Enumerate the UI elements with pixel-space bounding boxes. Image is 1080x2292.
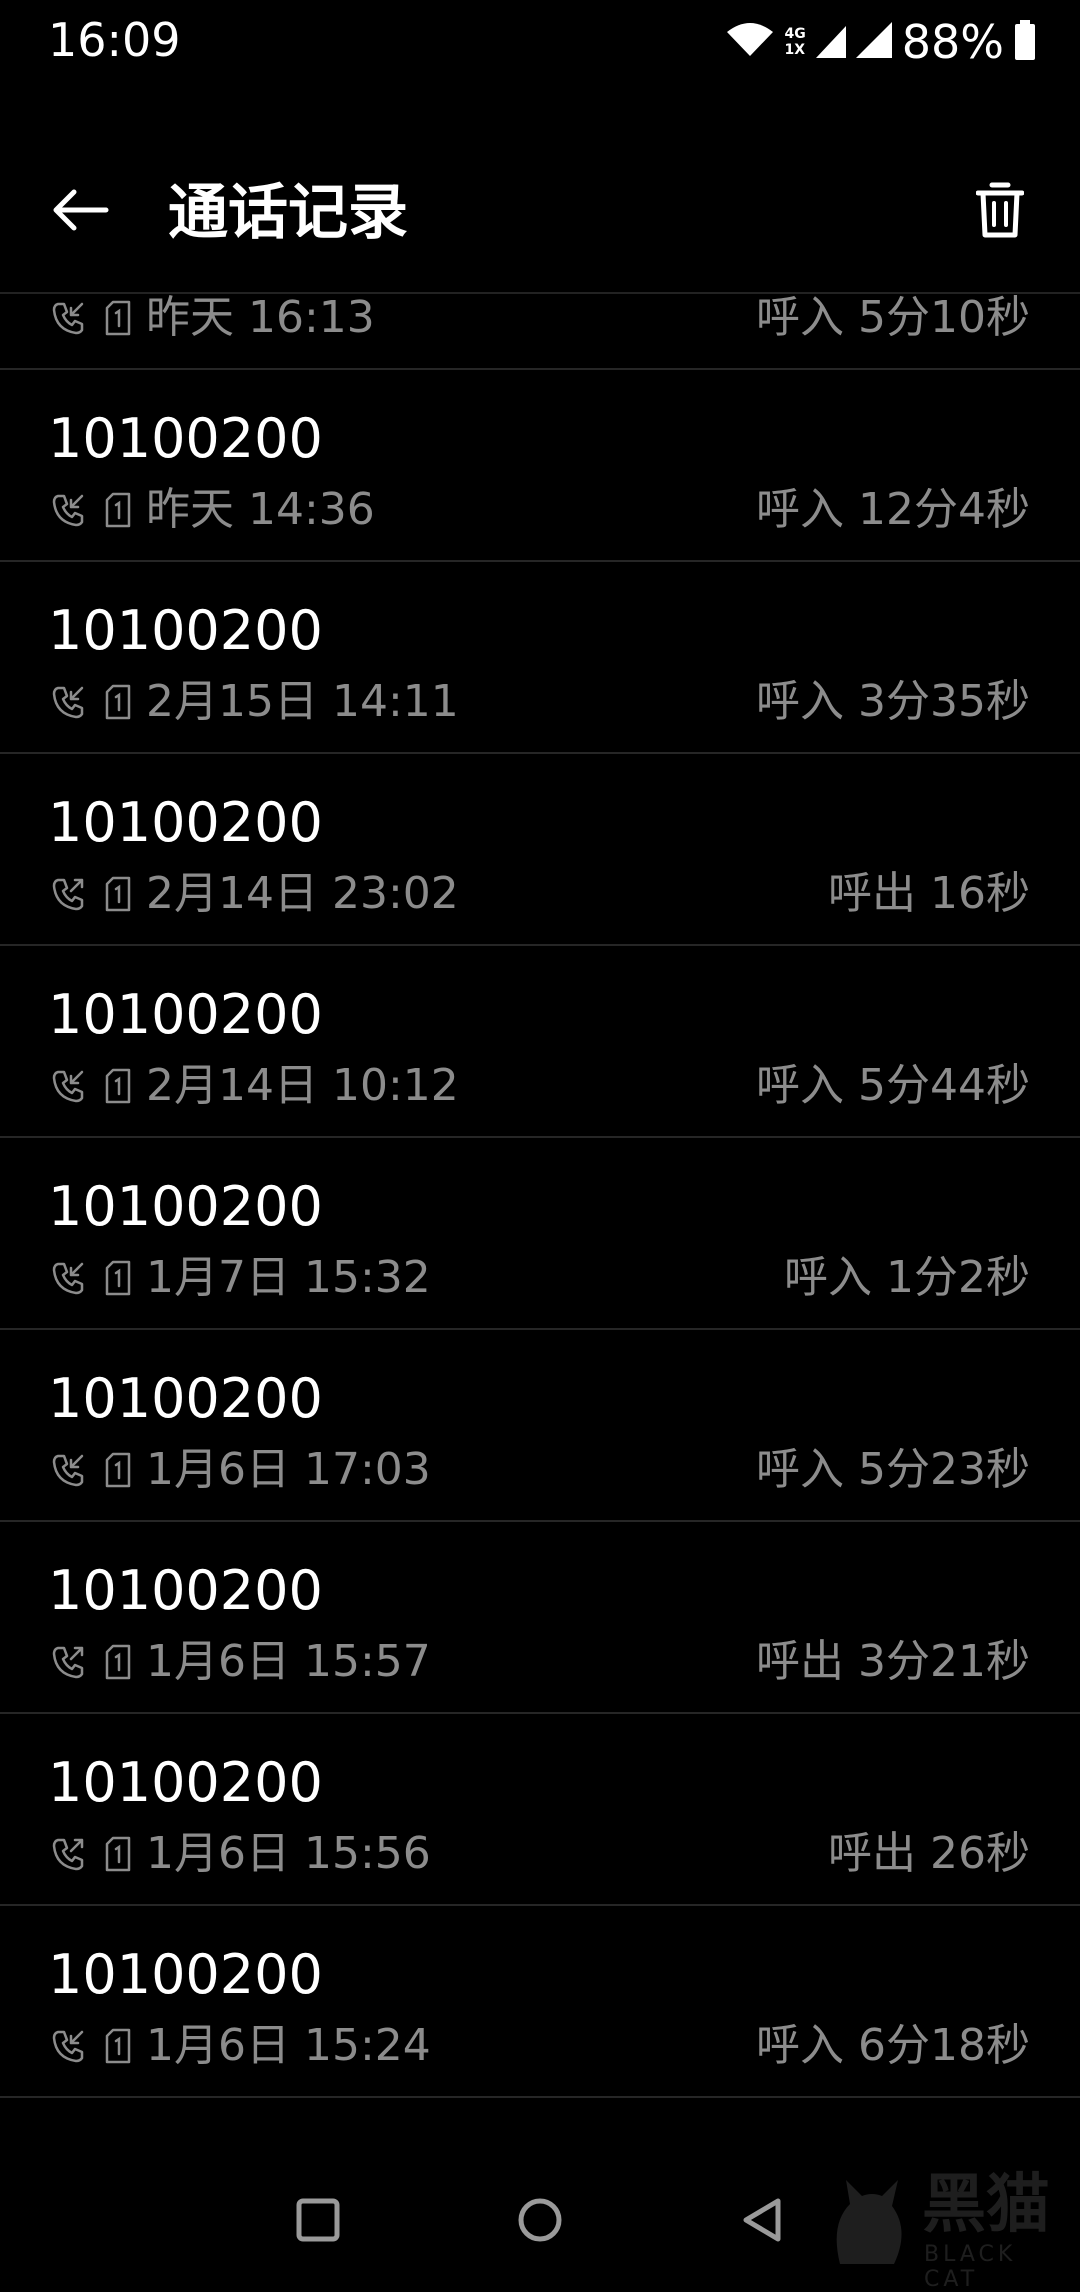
call-time: 2月14日 23:02 <box>146 868 459 919</box>
call-meta: 1月6日 15:57 <box>48 1634 431 1690</box>
incoming-call-icon <box>48 1258 88 1298</box>
status-time: 16:09 <box>48 13 181 67</box>
call-duration: 呼入 6分18秒 <box>756 2020 1030 2071</box>
call-time: 1月6日 17:03 <box>146 1444 431 1495</box>
call-log-item[interactable]: 10100200 1月7日 15:32 呼入 1分2秒 <box>0 1138 1080 1330</box>
call-log-item[interactable]: 10100200 1月6日 15:24 呼入 6分18秒 <box>0 1906 1080 2098</box>
battery-icon <box>1014 20 1036 64</box>
sim-card-1-icon <box>102 874 134 914</box>
call-meta: 1月6日 15:24 <box>48 2018 431 2074</box>
call-log-item[interactable]: 10100200昨天 16:13呼入 5分10秒 <box>0 294 1080 370</box>
wifi-icon <box>725 20 775 64</box>
call-duration: 呼出 16秒 <box>828 868 1030 919</box>
call-time: 1月6日 15:56 <box>146 1828 431 1879</box>
square-recent-apps-icon <box>296 2198 340 2246</box>
app-header: 通话记录 <box>0 150 1080 290</box>
recent-apps-button[interactable] <box>278 2182 358 2262</box>
incoming-call-icon <box>48 1450 88 1490</box>
call-log-list[interactable]: 10100200 昨天 16:13 呼入 5分10秒 10100200 昨天 14:36… <box>0 294 1080 2154</box>
call-time: 1月6日 15:57 <box>146 1636 431 1687</box>
call-meta: 2月14日 23:02 <box>48 866 459 922</box>
call-duration: 呼出 26秒 <box>828 1828 1030 1879</box>
home-button[interactable] <box>500 2182 580 2262</box>
call-number: 10100200 <box>48 983 323 1046</box>
outgoing-call-icon <box>48 874 88 914</box>
network-label-bottom: 1X <box>784 42 806 58</box>
sim-card-1-icon <box>102 298 134 338</box>
call-duration: 呼入 5分44秒 <box>756 1060 1030 1111</box>
network-label-top: 4G <box>784 26 806 42</box>
trash-icon <box>975 181 1025 243</box>
outgoing-call-icon <box>48 1642 88 1682</box>
call-duration: 呼入 5分10秒 <box>756 294 1030 343</box>
cell-signal-icon-2 <box>855 22 892 62</box>
call-number: 10100200 <box>48 1943 323 2006</box>
call-duration: 呼入 12分4秒 <box>756 484 1030 535</box>
call-log-item[interactable]: 10100200 2月15日 14:11 呼入 3分35秒 <box>0 562 1080 754</box>
call-time: 昨天 16:13 <box>146 294 375 343</box>
incoming-call-icon <box>48 2026 88 2066</box>
incoming-call-icon <box>48 1066 88 1106</box>
call-time: 1月7日 15:32 <box>146 1252 431 1303</box>
call-meta: 1月6日 17:03 <box>48 1442 431 1498</box>
sim-card-1-icon <box>102 1258 134 1298</box>
status-icons: 4G 1X 88% <box>725 14 1036 70</box>
call-time: 2月15日 14:11 <box>146 676 459 727</box>
call-number: 10100200 <box>48 1367 323 1430</box>
call-log-item[interactable]: 10100200 1月6日 17:03 呼入 5分23秒 <box>0 1330 1080 1522</box>
watermark: 黑猫 BLACK CAT <box>810 2160 1080 2292</box>
call-meta: 昨天 14:36 <box>48 482 375 538</box>
outgoing-call-icon <box>48 1834 88 1874</box>
sim-card-1-icon <box>102 1834 134 1874</box>
call-meta: 昨天 16:13 <box>48 294 375 346</box>
call-meta: 2月14日 10:12 <box>48 1058 459 1114</box>
call-number: 10100200 <box>48 1751 323 1814</box>
call-log-item[interactable]: 10100200 2月14日 10:12 呼入 5分44秒 <box>0 946 1080 1138</box>
call-duration: 呼入 3分35秒 <box>756 676 1030 727</box>
sim-card-1-icon <box>102 490 134 530</box>
sim-card-1-icon <box>102 1642 134 1682</box>
call-number: 10100200 <box>48 791 323 854</box>
call-time: 2月14日 10:12 <box>146 1060 459 1111</box>
back-arrow-icon <box>50 188 110 236</box>
call-duration: 呼入 5分23秒 <box>756 1444 1030 1495</box>
status-bar: 16:09 4G 1X 88% <box>0 0 1080 84</box>
call-meta: 1月6日 15:56 <box>48 1826 431 1882</box>
call-log-item[interactable]: 10100200 昨天 14:36 呼入 12分4秒 <box>0 370 1080 562</box>
battery-percentage: 88% <box>901 15 1004 69</box>
call-log-item[interactable]: 10100200 1月6日 15:57 呼出 3分21秒 <box>0 1522 1080 1714</box>
call-duration: 呼入 1分2秒 <box>784 1252 1030 1303</box>
incoming-call-icon <box>48 490 88 530</box>
call-number: 10100200 <box>48 1559 323 1622</box>
call-number: 10100200 <box>48 599 323 662</box>
watermark-subtext: BLACK CAT <box>924 2242 1017 2292</box>
call-log-list-inner: 10100200 昨天 16:13 呼入 5分10秒 10100200 昨天 14:36… <box>0 294 1080 2098</box>
system-back-button[interactable] <box>722 2182 802 2262</box>
network-type-icon: 4G 1X <box>785 26 806 58</box>
triangle-back-icon <box>740 2197 784 2247</box>
sim-card-1-icon <box>102 2026 134 2066</box>
sim-card-1-icon <box>102 1450 134 1490</box>
call-meta: 2月15日 14:11 <box>48 674 459 730</box>
page-title: 通话记录 <box>168 178 408 248</box>
call-time: 1月6日 15:24 <box>146 2020 431 2071</box>
back-button[interactable] <box>40 172 120 252</box>
call-number: 10100200 <box>48 407 323 470</box>
call-meta: 1月7日 15:32 <box>48 1250 431 1306</box>
call-number: 10100200 <box>48 1175 323 1238</box>
circle-home-icon <box>517 2197 563 2247</box>
call-time: 昨天 14:36 <box>146 484 375 535</box>
sim-card-1-icon <box>102 682 134 722</box>
cell-signal-icon-1 <box>815 22 846 62</box>
watermark-text: 黑猫 <box>922 2168 1050 2242</box>
delete-button[interactable] <box>960 172 1040 252</box>
incoming-call-icon <box>48 682 88 722</box>
call-duration: 呼出 3分21秒 <box>756 1636 1030 1687</box>
call-log-item[interactable]: 10100200 1月6日 15:56 呼出 26秒 <box>0 1714 1080 1906</box>
cat-logo-icon <box>820 2174 916 2274</box>
sim-card-1-icon <box>102 1066 134 1106</box>
call-log-item[interactable]: 10100200 2月14日 23:02 呼出 16秒 <box>0 754 1080 946</box>
incoming-call-icon <box>48 298 88 338</box>
